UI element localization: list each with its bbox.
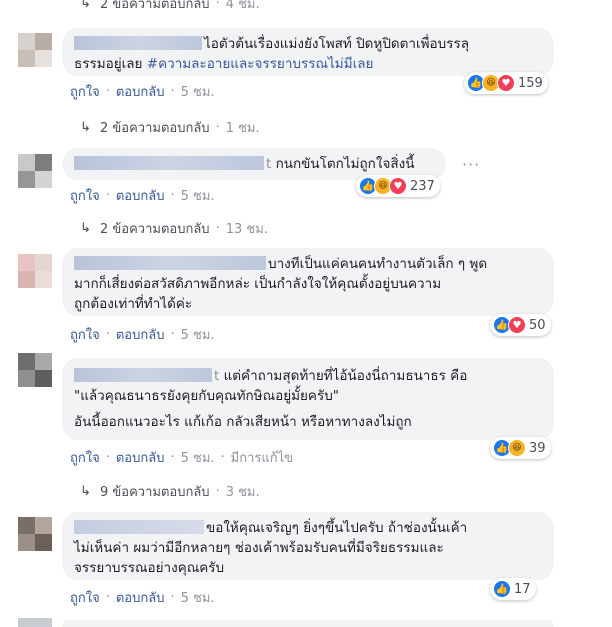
comment-timestamp[interactable]: 5 ชม. [181,587,215,608]
like-reaction-icon: 👍 [493,580,511,598]
like-link[interactable]: ถูกใจ [70,324,100,345]
view-replies-link[interactable]: ↳ 2 ข้อความตอบกลับ · 4 ชม. [80,0,260,12]
comment-bubble: บางทีเป็นแค่คนคนทำงานตัวเล็ก ๆ พูด มากก็… [62,248,554,316]
comment-actions: ถูกใจ · ตอบกลับ · 5 ชม. [70,588,215,606]
avatar[interactable] [18,33,52,67]
comment-timestamp[interactable]: 5 ชม. [181,324,215,345]
comment-bubble: ไอตัวต้นเรื่องแม่งยังโพสท์ ปิดหูปิดตาเพื… [62,28,554,76]
comment-timestamp[interactable]: 5 ชม. [181,81,215,102]
avatar[interactable] [18,517,52,551]
reply-link[interactable]: ตอบกลับ [116,81,165,102]
haha-reaction-icon: 😆 [508,439,526,457]
avatar[interactable] [18,353,52,387]
love-reaction-icon: ♥ [497,74,515,92]
commenter-name[interactable] [74,156,264,170]
reaction-count[interactable]: 👍 😆 ♥ 237 [356,175,440,197]
view-replies-link[interactable]: ↳ 2 ข้อความตอบกลับ · 13 ชม. [80,219,268,237]
reply-link[interactable]: ตอบกลับ [116,587,165,608]
reply-link[interactable]: ตอบกลับ [116,324,165,345]
reaction-count[interactable]: 👍 17 [490,578,536,600]
comment-bubble: ขอให้คุณเจริญๆ ยิ่งๆขึ้นไปครับ ถ้าช่องนั… [62,512,554,580]
commenter-name[interactable] [74,520,204,534]
reaction-count[interactable]: 👍 😆 ♥ 159 [464,72,548,94]
avatar[interactable] [18,618,52,627]
comment-actions: ถูกใจ · ตอบกลับ · 5 ชม. [70,325,215,343]
reply-arrow-icon: ↳ [80,483,91,499]
view-replies-link[interactable]: ↳ 9 ข้อความตอบกลับ · 3 ชม. [80,482,260,500]
like-link[interactable]: ถูกใจ [70,447,100,468]
reply-link[interactable]: ตอบกลับ [116,447,165,468]
comment-actions: ถูกใจ · ตอบกลับ · 5 ชม. [70,82,215,100]
comment-bubble: t แต่คำถามสุดท้ายที่ไอ้น้องนี่ถามธนาธร ค… [62,358,554,440]
comment-timestamp[interactable]: 5 ชม. [181,447,215,468]
view-replies-link[interactable]: ↳ 2 ข้อความตอบกลับ · 1 ชม. [80,118,260,136]
reaction-count[interactable]: 👍 😆 39 [490,437,551,459]
hashtag-link[interactable]: #ความละอายและจรรยาบรรณไม่มีเลย [147,56,374,72]
like-link[interactable]: ถูกใจ [70,587,100,608]
comment-thread: ↳ 2 ข้อความตอบกลับ · 4 ชม. ไอตัวต้นเรื่อ… [0,0,612,627]
commenter-name[interactable] [74,36,202,50]
avatar[interactable] [18,154,52,188]
reply-arrow-icon: ↳ [80,0,91,11]
like-link[interactable]: ถูกใจ [70,81,100,102]
comment-bubble [62,620,554,627]
like-link[interactable]: ถูกใจ [70,185,100,206]
comment-timestamp[interactable]: 5 ชม. [181,185,215,206]
reaction-count[interactable]: 👍 ♥ 50 [490,314,551,336]
commenter-name[interactable] [74,256,266,270]
commenter-name[interactable] [74,368,212,382]
avatar[interactable] [18,254,52,288]
more-options-icon[interactable]: ··· [462,155,480,174]
reply-arrow-icon: ↳ [80,119,91,135]
love-reaction-icon: ♥ [389,177,407,195]
edited-label[interactable]: มีการแก้ไข [231,447,293,468]
comment-actions: ถูกใจ · ตอบกลับ · 5 ชม. [70,186,215,204]
reply-arrow-icon: ↳ [80,220,91,236]
love-reaction-icon: ♥ [508,316,526,334]
reply-link[interactable]: ตอบกลับ [116,185,165,206]
comment-actions: ถูกใจ · ตอบกลับ · 5 ชม. · มีการแก้ไข [70,448,293,466]
